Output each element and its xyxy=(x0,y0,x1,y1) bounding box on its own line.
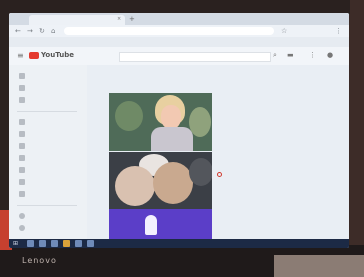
address-bar[interactable] xyxy=(64,27,274,35)
sidebar-item-playlist[interactable] xyxy=(9,177,87,189)
video-camera-icon[interactable]: ▬ xyxy=(287,51,294,59)
sidebar-item-channel[interactable] xyxy=(9,223,87,235)
bookmarks-bar xyxy=(9,37,349,47)
browser-tab-bar: × + xyxy=(9,13,349,25)
plus-icon[interactable]: + xyxy=(129,15,135,23)
tab-close-icon[interactable]: × xyxy=(117,16,121,22)
subscriptions-icon xyxy=(19,97,25,103)
video-thumbnail[interactable] xyxy=(109,93,212,151)
reload-icon[interactable]: ↻ xyxy=(39,27,45,35)
sidebar-item-home[interactable] xyxy=(9,71,87,83)
video-row[interactable] xyxy=(109,93,349,151)
sidebar-item-subscriptions[interactable] xyxy=(9,95,87,107)
youtube-header: ≡ YouTube ⌕ ▬ ⋮ ● xyxy=(9,47,349,65)
channel-icon xyxy=(19,213,25,219)
sidebar-item-channel[interactable] xyxy=(9,211,87,223)
windows-start-icon[interactable]: ⊞ xyxy=(13,240,18,247)
sidebar-item-trending[interactable] xyxy=(9,83,87,95)
task-view-icon[interactable] xyxy=(39,240,46,247)
sidebar-item-playlist[interactable] xyxy=(9,165,87,177)
thumbnail-foliage xyxy=(115,101,143,131)
thumbnail-figure xyxy=(145,215,157,235)
sidebar-item-watch-later[interactable] xyxy=(9,141,87,153)
windows-taskbar: ⊞ xyxy=(9,239,349,248)
search-input[interactable] xyxy=(119,52,271,62)
live-indicator-icon xyxy=(217,172,222,177)
thumbnail-child-body xyxy=(151,127,193,151)
browser-menu-icon[interactable]: ⋮ xyxy=(335,27,342,35)
youtube-logo-icon[interactable] xyxy=(29,52,39,59)
apps-icon[interactable]: ⋮ xyxy=(309,51,316,59)
thumbnail-balloon xyxy=(115,166,155,206)
history-icon xyxy=(19,131,25,137)
thumbnail-child-face xyxy=(161,105,181,129)
laptop-brand: Lenovo xyxy=(22,256,57,265)
playlist-icon xyxy=(19,155,25,161)
app-icon[interactable] xyxy=(87,240,94,247)
home-icon[interactable]: ⌂ xyxy=(51,27,55,35)
desk-surface xyxy=(274,255,364,277)
sidebar-divider xyxy=(17,111,77,112)
search-icon[interactable] xyxy=(27,240,34,247)
playlist-icon xyxy=(19,167,25,173)
library-icon xyxy=(19,119,25,125)
hamburger-menu-icon[interactable]: ≡ xyxy=(17,51,24,60)
search-icon[interactable]: ⌕ xyxy=(273,51,277,60)
youtube-logo-text[interactable]: YouTube xyxy=(41,51,74,59)
watch-later-icon xyxy=(19,143,25,149)
sidebar-item-playlist[interactable] xyxy=(9,153,87,165)
laptop-bezel-top xyxy=(0,0,364,14)
playlist-icon xyxy=(19,191,25,197)
thumbnail-balloon xyxy=(189,158,212,186)
browser-toolbar: ← → ↻ ⌂ ☆ ⋮ xyxy=(9,25,349,37)
sidebar-item-playlist[interactable] xyxy=(9,189,87,201)
video-thumbnail[interactable] xyxy=(109,152,212,210)
trending-icon xyxy=(19,85,25,91)
chrome-icon[interactable] xyxy=(63,240,70,247)
star-icon[interactable]: ☆ xyxy=(281,27,287,35)
sidebar-item-history[interactable] xyxy=(9,129,87,141)
channel-icon xyxy=(19,225,25,231)
playlist-icon xyxy=(19,179,25,185)
laptop-bezel-right xyxy=(350,0,364,277)
forward-arrow-icon[interactable]: → xyxy=(27,27,33,35)
app-icon[interactable] xyxy=(75,240,82,247)
video-row[interactable] xyxy=(109,152,349,210)
browser-tab[interactable]: × xyxy=(29,15,125,25)
back-arrow-icon[interactable]: ← xyxy=(15,27,21,35)
laptop-screen: × + ← → ↻ ⌂ ☆ ⋮ ≡ YouTube ⌕ ▬ ⋮ ● ⊞ xyxy=(9,13,349,248)
sidebar-item-library[interactable] xyxy=(9,117,87,129)
file-explorer-icon[interactable] xyxy=(51,240,58,247)
youtube-sidebar xyxy=(9,65,87,248)
microphone-icon[interactable]: ● xyxy=(327,51,333,59)
sidebar-divider xyxy=(17,205,77,206)
thumbnail-balloon xyxy=(153,162,193,204)
home-icon xyxy=(19,73,25,79)
